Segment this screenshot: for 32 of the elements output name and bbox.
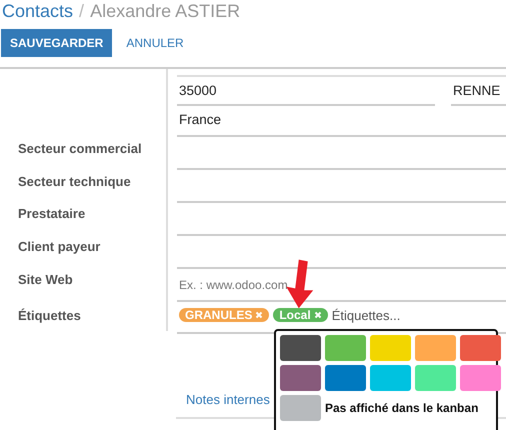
color-swatch[interactable]: [370, 365, 411, 391]
zip-field[interactable]: 35000: [177, 77, 435, 106]
country-field[interactable]: France: [177, 106, 506, 137]
field-label: Prestataire: [18, 206, 86, 222]
city-field[interactable]: RENNE: [451, 77, 506, 106]
field-label: Secteur technique: [18, 174, 131, 189]
color-swatch[interactable]: [325, 365, 366, 391]
cancel-button[interactable]: ANNULER: [112, 29, 198, 57]
breadcrumb-link[interactable]: Contacts: [2, 0, 74, 22]
tag[interactable]: Local: [273, 308, 328, 322]
color-swatch[interactable]: [370, 335, 411, 361]
swatch-label: Pas affiché dans le kanban: [325, 401, 478, 415]
field-label: Étiquettes: [18, 308, 81, 323]
color-swatch[interactable]: [280, 365, 321, 391]
color-swatch[interactable]: [460, 365, 501, 391]
field-label: Client payeur: [18, 238, 100, 254]
color-swatch[interactable]: [280, 335, 321, 361]
input-field[interactable]: Ex. : www.odoo.com: [177, 278, 291, 292]
remove-icon[interactable]: [314, 311, 322, 319]
color-swatch[interactable]: [415, 335, 456, 361]
save-button[interactable]: SAUVEGARDER: [1, 29, 112, 57]
record-title: Alexandre ASTIER: [90, 0, 240, 22]
breadcrumb-separator: /: [79, 0, 84, 22]
color-swatch[interactable]: [460, 335, 501, 361]
remove-icon[interactable]: [255, 311, 264, 319]
field-label: Site Web: [18, 272, 73, 287]
color-swatch[interactable]: [325, 335, 366, 361]
color-swatch[interactable]: [280, 395, 321, 421]
tags-input[interactable]: Étiquettes...: [332, 308, 408, 323]
field-label: Secteur commercial: [18, 140, 142, 156]
color-swatch[interactable]: [415, 365, 456, 391]
notes-tab[interactable]: Notes internes: [176, 392, 270, 406]
